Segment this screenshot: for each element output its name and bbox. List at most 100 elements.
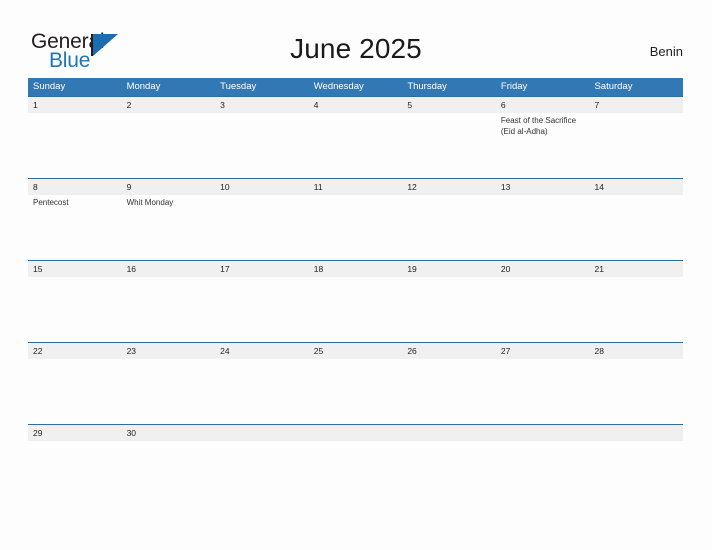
- calendar-week-row: 15 16 17 18 19 20 21: [28, 260, 683, 342]
- day-cell[interactable]: [28, 113, 122, 178]
- day-number[interactable]: 3: [215, 97, 309, 113]
- country-label: Benin: [649, 44, 683, 59]
- day-cell[interactable]: [402, 195, 496, 260]
- day-cell[interactable]: [309, 359, 403, 424]
- day-cell: [496, 441, 590, 453]
- week-content-row: Pentecost Whit Monday: [28, 195, 683, 260]
- week-date-band: 22 23 24 25 26 27 28: [28, 343, 683, 359]
- day-number[interactable]: 14: [589, 179, 683, 195]
- day-number[interactable]: 26: [402, 343, 496, 359]
- day-number[interactable]: 16: [122, 261, 216, 277]
- day-cell: [589, 441, 683, 453]
- weekday-header-tuesday: Tuesday: [220, 81, 257, 92]
- day-number-empty: [496, 425, 590, 441]
- day-cell[interactable]: [309, 195, 403, 260]
- week-content-row: [28, 359, 683, 424]
- day-cell[interactable]: [215, 113, 309, 178]
- page-title: June 2025: [290, 33, 422, 64]
- day-number[interactable]: 30: [122, 425, 216, 441]
- day-cell[interactable]: [215, 359, 309, 424]
- day-number[interactable]: 12: [402, 179, 496, 195]
- day-cell[interactable]: [402, 359, 496, 424]
- day-cell[interactable]: [309, 113, 403, 178]
- day-number[interactable]: 2: [122, 97, 216, 113]
- day-number[interactable]: 19: [402, 261, 496, 277]
- day-cell[interactable]: [28, 359, 122, 424]
- day-number[interactable]: 20: [496, 261, 590, 277]
- week-date-band: 1234567: [28, 97, 683, 113]
- week-content-row: [28, 441, 683, 453]
- calendar-week-row: 22 23 24 25 26 27 28: [28, 342, 683, 424]
- day-number[interactable]: 28: [589, 343, 683, 359]
- day-number[interactable]: 10: [215, 179, 309, 195]
- calendar-page: General Blue June 2025 Benin Sunday Mond…: [0, 0, 712, 550]
- weekday-header-row: Sunday Monday Tuesday Wednesday Thursday…: [28, 78, 683, 96]
- day-cell[interactable]: Feast of the Sacrifice (Eid al-Adha): [496, 113, 590, 178]
- week-date-band: 8 9 10 11 12 13 14: [28, 179, 683, 195]
- calendar-grid: Sunday Monday Tuesday Wednesday Thursday…: [28, 78, 683, 453]
- day-number[interactable]: 29: [28, 425, 122, 441]
- day-number[interactable]: 13: [496, 179, 590, 195]
- day-cell[interactable]: [496, 195, 590, 260]
- day-number[interactable]: 1: [28, 97, 122, 113]
- day-cell[interactable]: [28, 441, 122, 453]
- day-number[interactable]: 15: [28, 261, 122, 277]
- holiday-event-label: Feast of the Sacrifice (Eid al-Adha): [500, 116, 577, 136]
- day-cell[interactable]: [122, 113, 216, 178]
- day-cell[interactable]: [122, 359, 216, 424]
- day-number[interactable]: 4: [309, 97, 403, 113]
- day-number[interactable]: 24: [215, 343, 309, 359]
- holiday-event-label: Pentecost: [33, 198, 69, 207]
- day-cell[interactable]: Whit Monday: [122, 195, 216, 260]
- weekday-header-sunday: Sunday: [33, 81, 66, 92]
- day-number[interactable]: 9: [122, 179, 216, 195]
- day-number-empty: [215, 425, 309, 441]
- day-cell[interactable]: [496, 277, 590, 342]
- day-cell[interactable]: Pentecost: [28, 195, 122, 260]
- day-cell[interactable]: [28, 277, 122, 342]
- day-cell: [402, 441, 496, 453]
- weekday-header-monday: Monday: [126, 81, 161, 92]
- calendar-week-row: 8 9 10 11 12 13 14 Pentecost Whit Monday: [28, 178, 683, 260]
- day-number[interactable]: 23: [122, 343, 216, 359]
- day-cell[interactable]: [402, 277, 496, 342]
- week-content-row: [28, 277, 683, 342]
- day-number[interactable]: 11: [309, 179, 403, 195]
- day-number[interactable]: 17: [215, 261, 309, 277]
- day-cell[interactable]: [589, 113, 683, 178]
- day-cell[interactable]: [589, 277, 683, 342]
- day-number[interactable]: 21: [589, 261, 683, 277]
- day-number[interactable]: 22: [28, 343, 122, 359]
- week-content-row: Feast of the Sacrifice (Eid al-Adha): [28, 113, 683, 178]
- day-cell[interactable]: [215, 277, 309, 342]
- day-number[interactable]: 8: [28, 179, 122, 195]
- day-cell[interactable]: [402, 113, 496, 178]
- day-number[interactable]: 27: [496, 343, 590, 359]
- day-cell: [309, 441, 403, 453]
- calendar-week-row: 29 30: [28, 424, 683, 453]
- day-cell[interactable]: [215, 195, 309, 260]
- day-cell[interactable]: [496, 359, 590, 424]
- week-date-band: 15 16 17 18 19 20 21: [28, 261, 683, 277]
- day-number[interactable]: 25: [309, 343, 403, 359]
- holiday-event-label: Whit Monday: [126, 198, 174, 207]
- weekday-header-wednesday: Wednesday: [313, 81, 364, 92]
- calendar-week-row: 1 2 3 4 5 6 7 Feast of the Sacrifice (Eid al-Ad…: [28, 96, 683, 178]
- day-cell[interactable]: [122, 277, 216, 342]
- weekday-header-saturday: Saturday: [594, 81, 633, 92]
- weekday-header-friday: Friday: [500, 81, 528, 92]
- day-number-empty: [309, 425, 403, 441]
- day-cell[interactable]: [309, 277, 403, 342]
- day-cell[interactable]: [589, 359, 683, 424]
- day-number-empty: [402, 425, 496, 441]
- day-cell[interactable]: [122, 441, 216, 453]
- day-cell[interactable]: [589, 195, 683, 260]
- week-date-band: 29 30: [28, 425, 683, 441]
- day-number[interactable]: 6: [496, 97, 590, 113]
- day-number-empty: [589, 425, 683, 441]
- weekday-header-thursday: Thursday: [407, 81, 447, 92]
- day-number[interactable]: 18: [309, 261, 403, 277]
- day-number[interactable]: 7: [589, 97, 683, 113]
- day-number[interactable]: 5: [402, 97, 496, 113]
- page-header: General Blue June 2025 Benin: [0, 0, 712, 78]
